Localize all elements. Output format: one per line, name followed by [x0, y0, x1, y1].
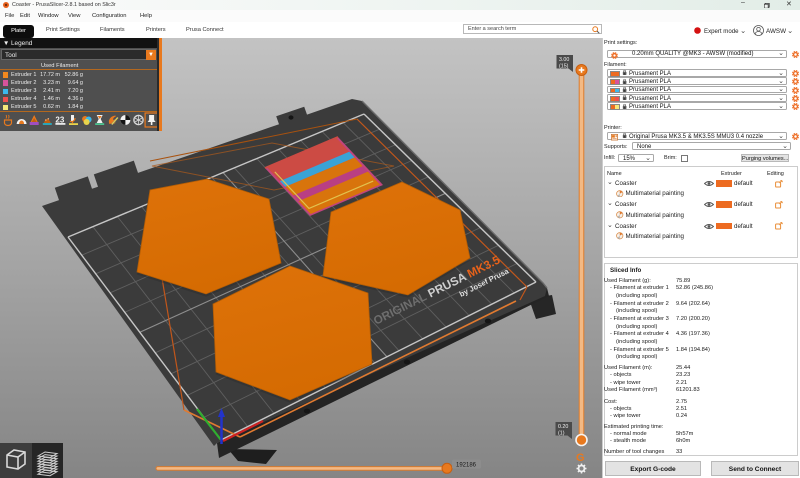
svg-text:192186: 192186: [456, 463, 477, 469]
svg-text:(15): (15): [559, 63, 569, 69]
svg-text:G: G: [576, 452, 585, 464]
svg-text:3.00: 3.00: [559, 57, 569, 63]
svg-text:0.20: 0.20: [558, 424, 568, 430]
svg-text:(1): (1): [558, 430, 565, 436]
svg-text:23: 23: [55, 116, 64, 125]
